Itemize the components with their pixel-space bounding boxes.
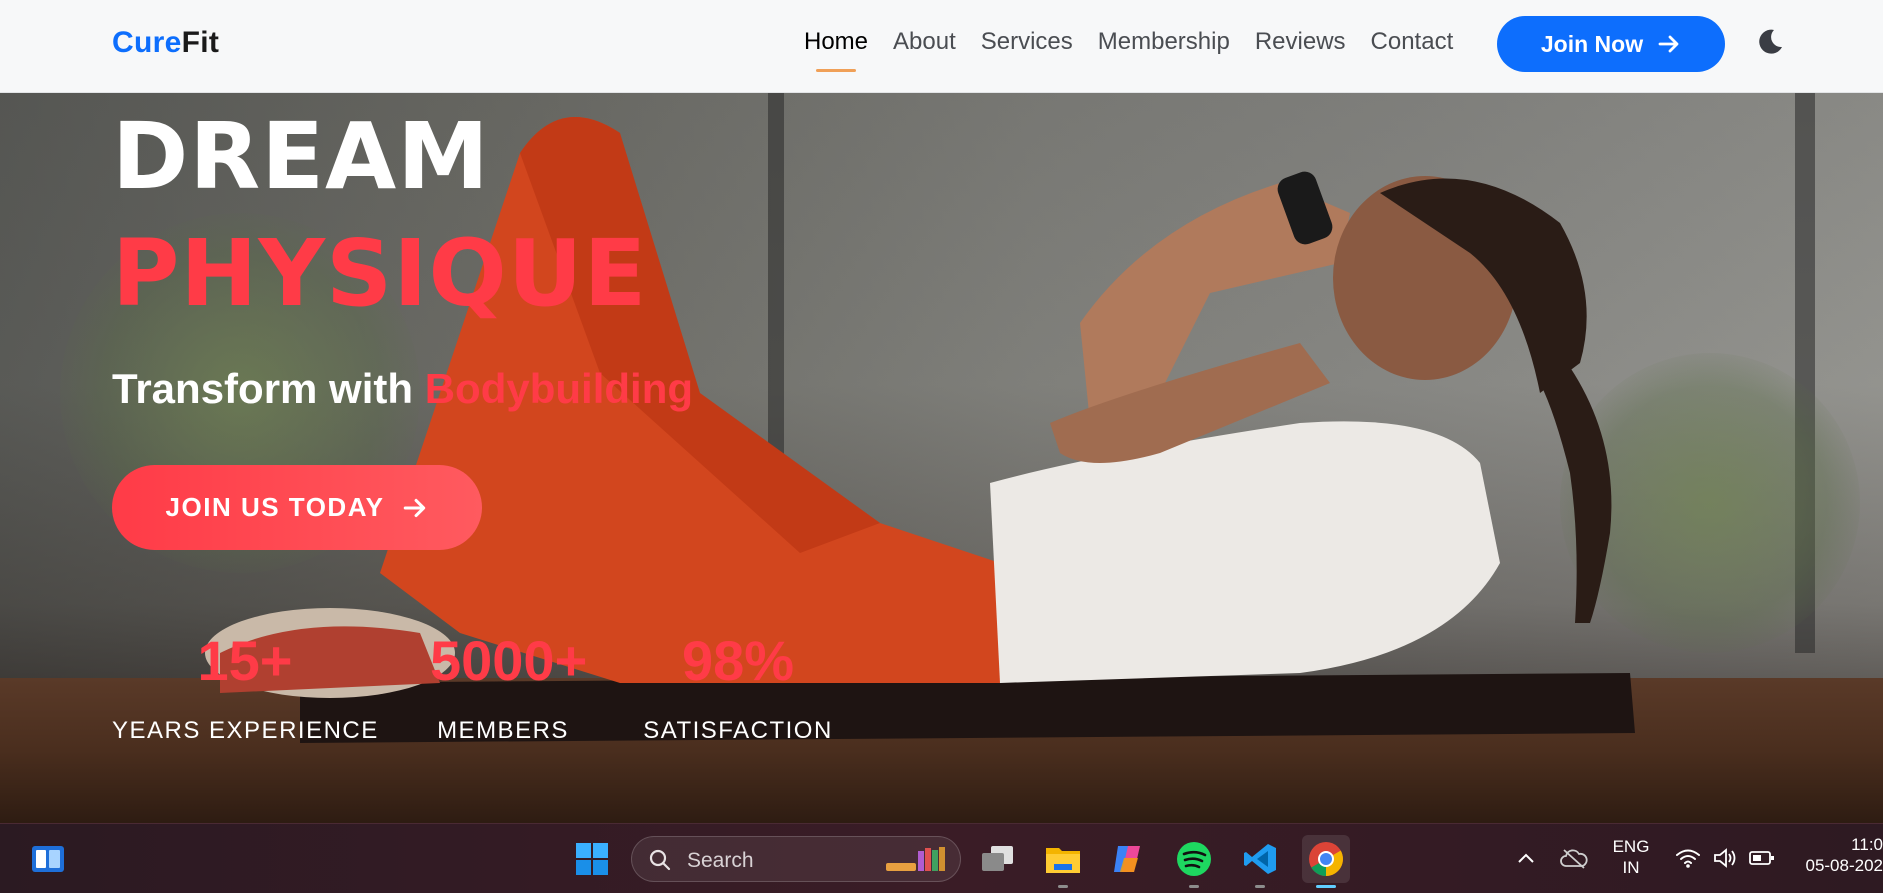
running-indicator [1255,885,1265,888]
stat-years: 15+ YEARS EXPERIENCE [112,633,378,745]
time-label: 11:0 [1851,835,1883,854]
file-explorer-icon[interactable] [1043,839,1083,888]
nav-link-contact[interactable]: Contact [1371,28,1454,56]
stat-value: 5000+ [430,629,588,692]
chevron-up-icon[interactable] [1516,850,1536,866]
running-indicator [1058,885,1068,888]
books-illustration-icon [886,847,945,871]
tagline-prefix: Transform with [112,365,414,412]
nav-link-reviews[interactable]: Reviews [1255,28,1346,56]
copilot-icon[interactable] [1108,839,1148,879]
stat-value: 15+ [197,629,293,692]
brand-part1: Cure [112,26,182,59]
arrow-right-icon [404,498,426,517]
taskbar-search-box[interactable]: Search [631,836,961,882]
language-indicator[interactable]: ENG IN [1608,836,1654,879]
volume-icon[interactable] [1712,846,1738,870]
hero-section: DREAM PHYSIQUE Transform with Bodybuildi… [0,93,1883,823]
battery-icon[interactable] [1748,848,1776,868]
stat-value: 98% [681,629,795,692]
join-now-button[interactable]: Join Now [1497,16,1725,72]
stat-label: MEMBERS [437,717,569,744]
hero-title-line2: PHYSIQUE [112,220,648,327]
nav-link-home-label: Home [804,28,869,55]
nav-link-home[interactable]: Home [804,28,869,72]
nav-link-membership[interactable]: Membership [1098,28,1230,56]
stat-satisfaction: 98% SATISFACTION [642,633,834,745]
cta-label: JOIN US TODAY [165,492,385,522]
stat-members: 5000+ MEMBERS [430,629,588,745]
stat-label: SATISFACTION [643,717,833,744]
tagline-accent: Bodybuilding [424,365,694,412]
spotify-icon[interactable] [1174,839,1214,888]
task-view-icon[interactable] [977,839,1017,879]
moon-icon[interactable] [1755,27,1785,57]
language-line2: IN [1622,858,1640,878]
widgets-icon[interactable] [28,839,68,879]
running-indicator [1189,885,1199,888]
nav-link-services[interactable]: Services [981,28,1073,56]
search-placeholder: Search [687,849,754,872]
windows-taskbar: Search ENG IN 11:0 05-08-202 [0,823,1883,893]
search-icon [649,849,671,871]
stat-label: YEARS EXPERIENCE [112,717,379,744]
nav-links: Home About Services Membership Reviews C… [804,28,1478,72]
vscode-icon[interactable] [1240,839,1280,888]
join-now-label: Join Now [1540,30,1644,57]
join-us-today-button[interactable]: JOIN US TODAY [112,465,482,550]
nav-link-about[interactable]: About [893,28,956,56]
date-label: 05-08-202 [1805,856,1883,876]
navbar: CureFit Home About Services Membership R… [0,0,1883,93]
hero-title-line1: DREAM [112,103,490,210]
clock[interactable]: 11:0 05-08-202 [1795,834,1883,877]
arrow-right-icon [1658,35,1679,53]
hero-tagline: Transform with Bodybuilding [112,365,693,413]
brand-logo[interactable]: CureFit [112,26,219,60]
windows-start-icon[interactable] [572,839,612,879]
language-line1: ENG [1612,837,1650,856]
wifi-icon[interactable] [1675,846,1701,870]
active-underline [816,69,857,72]
chrome-icon[interactable] [1302,835,1350,888]
active-indicator [1316,885,1336,888]
brand-part2: Fit [181,26,220,59]
onedrive-icon[interactable] [1560,846,1588,870]
